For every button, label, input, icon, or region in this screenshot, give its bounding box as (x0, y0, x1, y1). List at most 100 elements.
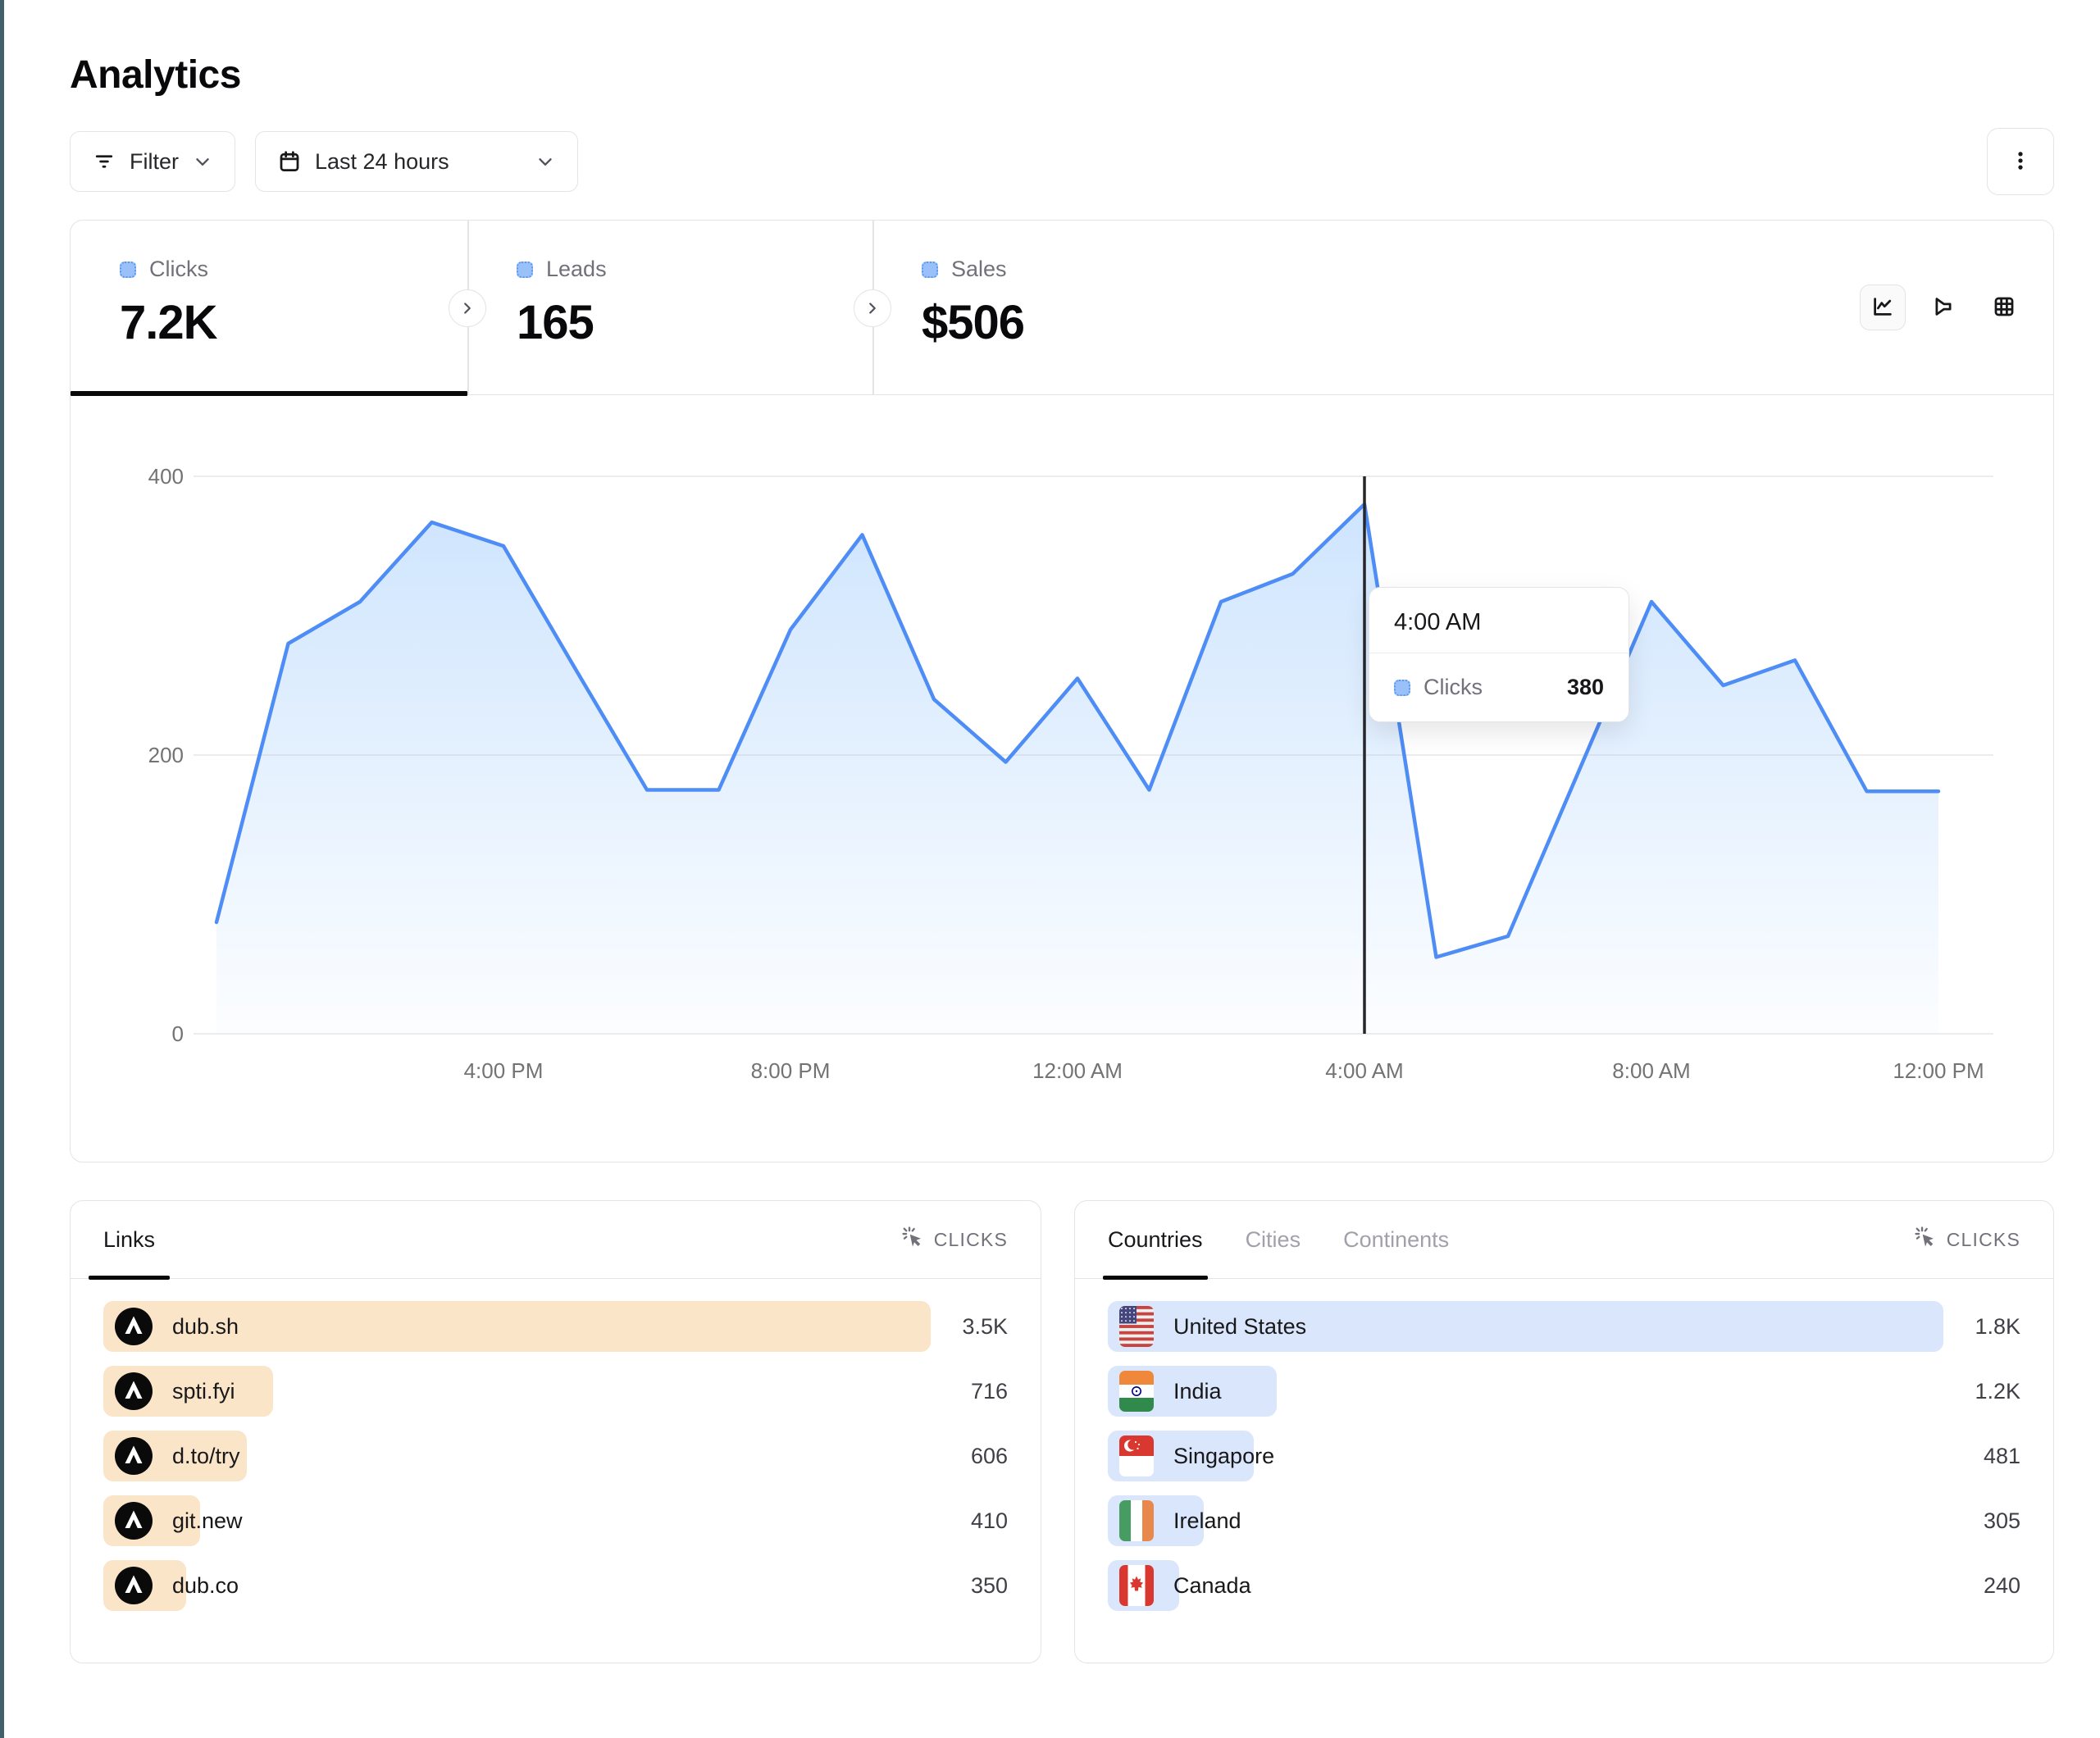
more-options-button[interactable] (1987, 128, 2054, 195)
clicks-tab-label: Clicks (149, 257, 208, 282)
tab-continents[interactable]: Continents (1343, 1201, 1449, 1278)
list-item[interactable]: Canada 240 (1108, 1560, 2020, 1611)
links-panel: Links CLICKS dub.sh 3.5K spti.fyi 716 (70, 1200, 1041, 1663)
countries-panel-header: Countries Cities Continents CLICKS (1075, 1201, 2053, 1279)
links-rows: dub.sh 3.5K spti.fyi 716 d.to/try 606 gi… (71, 1279, 1041, 1611)
date-range-label: Last 24 hours (315, 149, 449, 175)
list-item[interactable]: Ireland 305 (1108, 1495, 2020, 1546)
row-label: United States (1173, 1314, 1306, 1340)
clicks-legend-square-icon (120, 262, 136, 278)
chevron-down-icon (192, 151, 213, 172)
svg-text:0: 0 (172, 1021, 184, 1046)
analytics-page: Analytics Filter Last 24 hours (70, 0, 2054, 1663)
list-item[interactable]: India 1.2K (1108, 1366, 2020, 1417)
tooltip-value: 380 (1567, 675, 1604, 700)
clicks-area-chart[interactable]: 02004004:00 PM8:00 PM12:00 AM4:00 AM8:00… (71, 395, 2055, 1160)
tab-leads[interactable]: Leads 165 (467, 221, 872, 394)
tab-links[interactable]: Links (103, 1201, 155, 1278)
row-label: India (1173, 1379, 1222, 1404)
chevron-down-icon (535, 151, 556, 172)
filter-button[interactable]: Filter (70, 131, 235, 192)
sales-legend-square-icon (922, 262, 938, 278)
row-value: 481 (1984, 1444, 2020, 1469)
clicks-tab-value: 7.2K (120, 295, 467, 350)
list-item[interactable]: d.to/try 606 (103, 1431, 1008, 1481)
svg-text:8:00 AM: 8:00 AM (1612, 1058, 1690, 1083)
tooltip-legend-square-icon (1394, 680, 1410, 696)
toolbar: Filter Last 24 hours (70, 128, 2054, 195)
list-item[interactable]: git.new 410 (103, 1495, 1008, 1546)
tooltip-series-label: Clicks (1424, 675, 1483, 700)
dub-logo-icon (115, 1308, 153, 1345)
links-panel-header: Links CLICKS (71, 1201, 1041, 1279)
funnel-icon (1931, 294, 1956, 321)
row-value: 1.8K (1975, 1314, 2020, 1340)
row-value: 1.2K (1975, 1379, 2020, 1404)
line-chart-icon (1870, 294, 1895, 321)
links-metric[interactable]: CLICKS (901, 1226, 1008, 1253)
calendar-icon (277, 149, 302, 174)
leads-tab-label: Leads (546, 257, 607, 282)
cursor-click-icon (1914, 1226, 1937, 1253)
links-metric-label: CLICKS (934, 1229, 1008, 1251)
row-value: 350 (971, 1573, 1008, 1599)
date-range-button[interactable]: Last 24 hours (255, 131, 578, 192)
tooltip-time: 4:00 AM (1369, 588, 1629, 653)
filter-icon (92, 149, 116, 174)
dub-logo-icon (115, 1437, 153, 1475)
flag-sg-icon (1119, 1435, 1154, 1476)
row-label: Singapore (1173, 1444, 1274, 1469)
row-label: Ireland (1173, 1508, 1241, 1534)
table-view-button[interactable] (1981, 284, 2027, 330)
page-title: Analytics (70, 52, 2054, 98)
row-label: dub.sh (172, 1314, 239, 1340)
leads-tab-value: 165 (517, 295, 872, 350)
flag-us-icon (1119, 1306, 1154, 1347)
list-item[interactable]: United States 1.8K (1108, 1301, 2020, 1352)
grid-icon (1992, 294, 2016, 321)
chart-tooltip: 4:00 AM Clicks 380 (1369, 587, 1629, 722)
svg-text:4:00 AM: 4:00 AM (1325, 1058, 1403, 1083)
tab-clicks[interactable]: Clicks 7.2K (71, 221, 467, 394)
row-label: dub.co (172, 1573, 239, 1599)
row-label: git.new (172, 1508, 243, 1534)
detail-panels: Links CLICKS dub.sh 3.5K spti.fyi 716 (70, 1200, 2054, 1663)
list-item[interactable]: dub.co 350 (103, 1560, 1008, 1611)
countries-rows: United States 1.8K India 1.2K Singapore … (1075, 1279, 2053, 1611)
tab-cities[interactable]: Cities (1246, 1201, 1301, 1278)
row-label: Canada (1173, 1573, 1251, 1599)
row-value: 3.5K (962, 1314, 1008, 1340)
clicks-chart-plot[interactable]: 02004004:00 PM8:00 PM12:00 AM4:00 AM8:00… (71, 395, 2053, 1160)
expand-leads-button[interactable] (854, 289, 891, 327)
tab-countries[interactable]: Countries (1108, 1201, 1203, 1278)
cursor-click-icon (901, 1226, 924, 1253)
line-chart-view-button[interactable] (1860, 284, 1906, 330)
sales-tab-label: Sales (951, 257, 1007, 282)
row-value: 410 (971, 1508, 1008, 1534)
list-item[interactable]: dub.sh 3.5K (103, 1301, 1008, 1352)
expand-clicks-button[interactable] (449, 289, 486, 327)
row-label: spti.fyi (172, 1379, 235, 1404)
countries-metric[interactable]: CLICKS (1914, 1226, 2020, 1253)
list-item[interactable]: Singapore 481 (1108, 1431, 2020, 1481)
kebab-vertical-icon (2008, 148, 2033, 175)
dub-logo-icon (115, 1372, 153, 1410)
leads-legend-square-icon (517, 262, 533, 278)
svg-text:4:00 PM: 4:00 PM (464, 1058, 544, 1083)
row-label: d.to/try (172, 1444, 240, 1469)
flag-ca-icon (1119, 1565, 1154, 1606)
svg-text:12:00 PM: 12:00 PM (1893, 1058, 1984, 1083)
flag-ie-icon (1119, 1500, 1154, 1541)
stats-tabs-row: Clicks 7.2K Leads 165 Sales $506 (71, 221, 2053, 395)
dub-logo-icon (115, 1502, 153, 1540)
row-value: 240 (1984, 1573, 2020, 1599)
list-item[interactable]: spti.fyi 716 (103, 1366, 1008, 1417)
countries-metric-label: CLICKS (1947, 1229, 2020, 1251)
countries-panel: Countries Cities Continents CLICKS Unite… (1074, 1200, 2054, 1663)
window-edge-strip (0, 0, 4, 1738)
funnel-view-button[interactable] (1920, 284, 1966, 330)
svg-text:400: 400 (148, 464, 184, 489)
row-value: 716 (971, 1379, 1008, 1404)
chart-view-toggles (1860, 284, 2027, 330)
row-value: 305 (1984, 1508, 2020, 1534)
